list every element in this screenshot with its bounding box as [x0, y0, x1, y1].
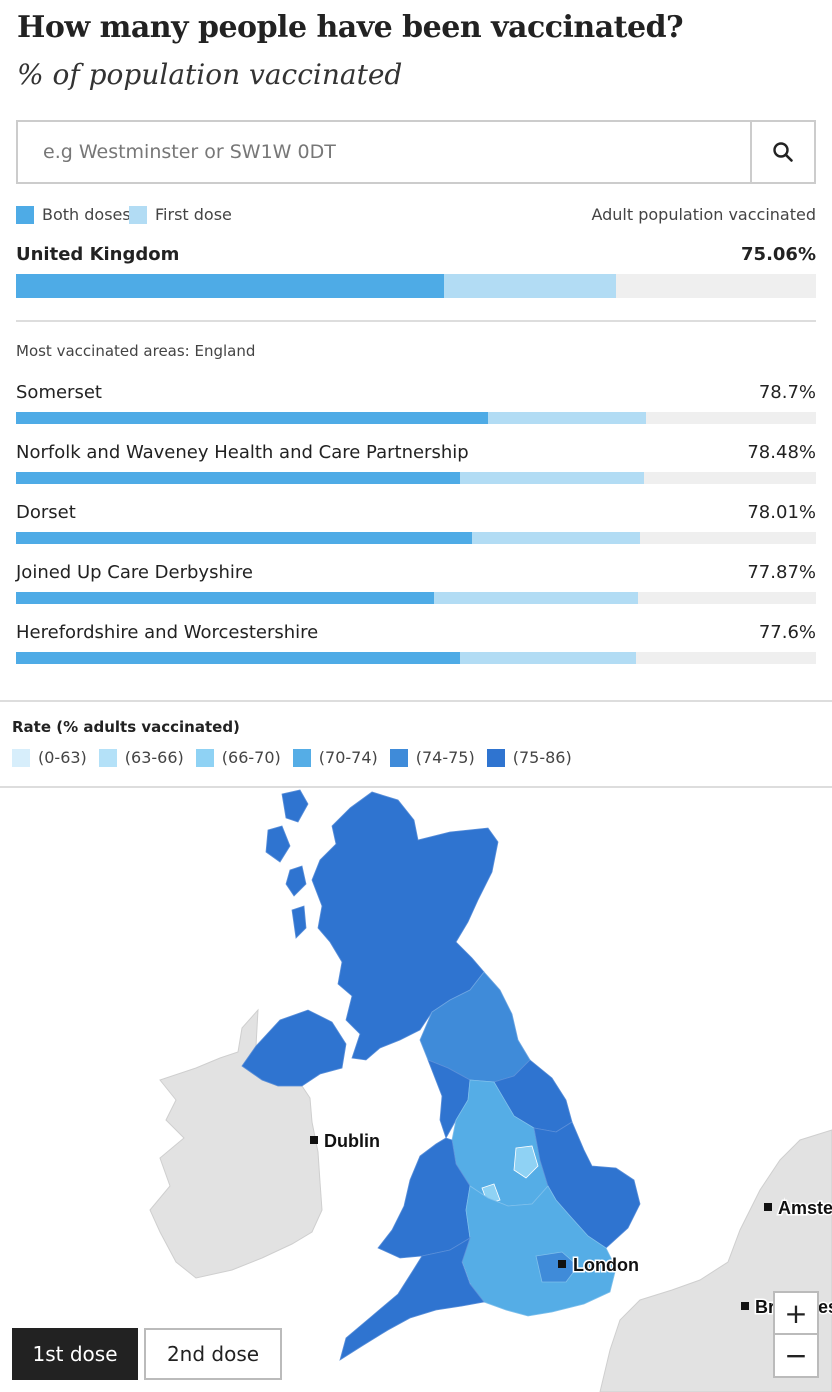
area-value: 78.01% [747, 502, 816, 523]
area-name: Dorset [16, 502, 76, 523]
legend-both: Both doses [16, 205, 131, 224]
search-box [16, 120, 816, 184]
rate-legend: (0-63) (63-66) (66-70) (70-74) (74-75) (… [12, 748, 584, 767]
area-bar-both [16, 532, 472, 544]
legend-both-label: Both doses [42, 205, 131, 224]
page-subtitle: % of population vaccinated [17, 58, 403, 91]
zoom-in-button[interactable]: + [773, 1291, 819, 1335]
area-name: Norfolk and Waveney Health and Care Part… [16, 442, 469, 463]
rate-bin: (74-75) [389, 748, 475, 767]
brussels-label-tail: es [818, 1297, 832, 1317]
rate-bin-label: (0-63) [38, 748, 87, 767]
rate-swatch [389, 748, 408, 767]
first-dose-swatch [129, 205, 147, 224]
rate-swatch [98, 748, 117, 767]
rate-bin: (66-70) [195, 748, 281, 767]
legend-first-label: First dose [155, 205, 232, 224]
section-divider [0, 700, 832, 702]
uk-bar-both [16, 274, 444, 298]
rate-bin: (0-63) [12, 748, 87, 767]
area-bar [16, 532, 816, 544]
london-label: London [573, 1255, 639, 1275]
rate-swatch [12, 748, 30, 767]
area-bar-both [16, 412, 488, 424]
area-name: Joined Up Care Derbyshire [16, 562, 253, 583]
uk-value: 75.06% [741, 244, 816, 265]
uk-label: United Kingdom [16, 244, 180, 265]
rate-swatch [195, 748, 214, 767]
area-bar-both [16, 592, 434, 604]
rate-bin-label: (70-74) [318, 748, 378, 767]
dose-legend: Both doses First dose Adult population v… [16, 205, 816, 227]
search-icon [773, 142, 793, 162]
rate-swatch [292, 748, 311, 767]
most-vaccinated-heading: Most vaccinated areas: England [16, 342, 256, 360]
adult-population-label: Adult population vaccinated [591, 205, 816, 224]
both-doses-swatch [16, 205, 34, 224]
area-bar [16, 592, 816, 604]
zoom-out-button[interactable]: − [773, 1335, 819, 1378]
area-value: 77.87% [747, 562, 816, 583]
area-bar [16, 412, 816, 424]
rate-legend-title: Rate (% adults vaccinated) [12, 718, 240, 736]
area-bar [16, 652, 816, 664]
brussels-marker [741, 1302, 749, 1310]
brussels-label: Br [755, 1297, 775, 1317]
london-marker [558, 1260, 566, 1268]
dublin-marker [310, 1136, 318, 1144]
area-bar-both [16, 472, 460, 484]
second-dose-button[interactable]: 2nd dose [144, 1328, 282, 1380]
area-value: 77.6% [758, 622, 816, 643]
first-dose-button[interactable]: 1st dose [12, 1328, 138, 1380]
amsterdam-marker [764, 1203, 772, 1211]
map-canvas: Dublin London Amster Br es [149, 789, 832, 1392]
divider [16, 320, 816, 322]
rate-bin-label: (74-75) [415, 748, 475, 767]
uk-bar [16, 274, 816, 298]
search-input[interactable] [18, 122, 750, 182]
rate-bin: (75-86) [486, 748, 572, 767]
amsterdam-label: Amster [778, 1198, 832, 1218]
legend-first: First dose [129, 205, 232, 224]
area-bar [16, 472, 816, 484]
rate-bin-label: (66-70) [221, 748, 281, 767]
rate-bin-label: (75-86) [512, 748, 572, 767]
rate-bin-label: (63-66) [124, 748, 184, 767]
area-name: Somerset [16, 382, 102, 403]
search-button[interactable] [750, 122, 814, 182]
rate-bin: (63-66) [98, 748, 184, 767]
rate-swatch [486, 748, 505, 767]
page-title: How many people have been vaccinated? [17, 10, 684, 45]
area-name: Herefordshire and Worcestershire [16, 622, 319, 643]
hebrides [265, 789, 309, 939]
area-value: 78.48% [747, 442, 816, 463]
dublin-label: Dublin [324, 1131, 380, 1151]
rate-bin: (70-74) [292, 748, 378, 767]
area-bar-both [16, 652, 460, 664]
area-value: 78.7% [758, 382, 816, 403]
vaccination-map[interactable]: Dublin London Amster Br es [0, 788, 832, 1392]
